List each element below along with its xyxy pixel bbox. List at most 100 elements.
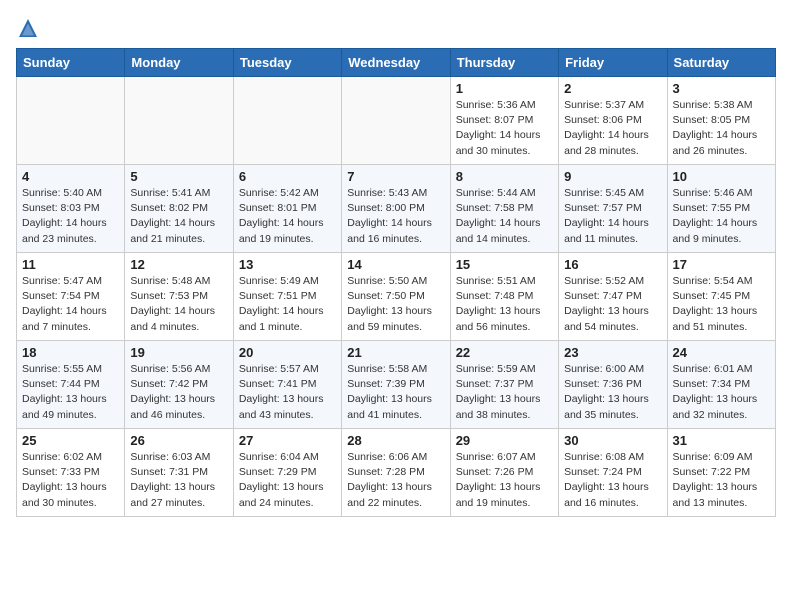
calendar-cell: 31 Sunrise: 6:09 AM Sunset: 7:22 PM Dayli… — [667, 429, 775, 517]
day-info: Sunrise: 5:58 AM Sunset: 7:39 PM Dayligh… — [347, 362, 444, 423]
day-number: 7 — [347, 169, 444, 184]
day-number: 27 — [239, 433, 336, 448]
calendar-cell: 17 Sunrise: 5:54 AM Sunset: 7:45 PM Dayli… — [667, 253, 775, 341]
day-info: Sunrise: 5:46 AM Sunset: 7:55 PM Dayligh… — [673, 186, 770, 247]
day-info: Sunrise: 5:50 AM Sunset: 7:50 PM Dayligh… — [347, 274, 444, 335]
calendar-cell: 29 Sunrise: 6:07 AM Sunset: 7:26 PM Dayli… — [450, 429, 558, 517]
calendar-cell: 30Sunrise: 6:08 AM Sunset: 7:24 PM Dayli… — [559, 429, 667, 517]
calendar-cell: 10Sunrise: 5:46 AM Sunset: 7:55 PM Dayli… — [667, 165, 775, 253]
calendar-cell: 23 Sunrise: 6:00 AM Sunset: 7:36 PM Dayli… — [559, 341, 667, 429]
day-info: Sunrise: 5:40 AM Sunset: 8:03 PM Dayligh… — [22, 186, 119, 247]
day-info: Sunrise: 5:36 AM Sunset: 8:07 PM Dayligh… — [456, 98, 553, 159]
day-number: 16 — [564, 257, 661, 272]
calendar-cell: 6 Sunrise: 5:42 AM Sunset: 8:01 PM Daylig… — [233, 165, 341, 253]
day-number: 20 — [239, 345, 336, 360]
day-info: Sunrise: 6:07 AM Sunset: 7:26 PM Dayligh… — [456, 450, 553, 511]
day-number: 11 — [22, 257, 119, 272]
weekday-header-monday: Monday — [125, 49, 233, 77]
calendar-week-row: 1 Sunrise: 5:36 AM Sunset: 8:07 PM Daylig… — [17, 77, 776, 165]
day-info: Sunrise: 5:38 AM Sunset: 8:05 PM Dayligh… — [673, 98, 770, 159]
weekday-header-sunday: Sunday — [17, 49, 125, 77]
day-number: 1 — [456, 81, 553, 96]
day-info: Sunrise: 5:42 AM Sunset: 8:01 PM Dayligh… — [239, 186, 336, 247]
calendar-cell: 8 Sunrise: 5:44 AM Sunset: 7:58 PM Daylig… — [450, 165, 558, 253]
page-header — [16, 16, 776, 40]
calendar-week-row: 4 Sunrise: 5:40 AM Sunset: 8:03 PM Daylig… — [17, 165, 776, 253]
day-info: Sunrise: 5:45 AM Sunset: 7:57 PM Dayligh… — [564, 186, 661, 247]
day-number: 21 — [347, 345, 444, 360]
day-info: Sunrise: 6:00 AM Sunset: 7:36 PM Dayligh… — [564, 362, 661, 423]
calendar-cell: 14 Sunrise: 5:50 AM Sunset: 7:50 PM Dayli… — [342, 253, 450, 341]
day-info: Sunrise: 6:03 AM Sunset: 7:31 PM Dayligh… — [130, 450, 227, 511]
calendar-cell: 22Sunrise: 5:59 AM Sunset: 7:37 PM Dayli… — [450, 341, 558, 429]
calendar-cell: 9 Sunrise: 5:45 AM Sunset: 7:57 PM Daylig… — [559, 165, 667, 253]
calendar-cell: 27 Sunrise: 6:04 AM Sunset: 7:29 PM Dayli… — [233, 429, 341, 517]
day-number: 26 — [130, 433, 227, 448]
day-number: 13 — [239, 257, 336, 272]
day-info: Sunrise: 5:52 AM Sunset: 7:47 PM Dayligh… — [564, 274, 661, 335]
day-number: 30 — [564, 433, 661, 448]
calendar-cell: 24 Sunrise: 6:01 AM Sunset: 7:34 PM Dayli… — [667, 341, 775, 429]
day-info: Sunrise: 6:02 AM Sunset: 7:33 PM Dayligh… — [22, 450, 119, 511]
calendar-cell: 18 Sunrise: 5:55 AM Sunset: 7:44 PM Dayli… — [17, 341, 125, 429]
calendar-cell: 4 Sunrise: 5:40 AM Sunset: 8:03 PM Daylig… — [17, 165, 125, 253]
calendar-cell: 15Sunrise: 5:51 AM Sunset: 7:48 PM Dayli… — [450, 253, 558, 341]
day-info: Sunrise: 6:06 AM Sunset: 7:28 PM Dayligh… — [347, 450, 444, 511]
calendar-cell: 1 Sunrise: 5:36 AM Sunset: 8:07 PM Daylig… — [450, 77, 558, 165]
day-number: 31 — [673, 433, 770, 448]
day-info: Sunrise: 5:56 AM Sunset: 7:42 PM Dayligh… — [130, 362, 227, 423]
day-info: Sunrise: 5:43 AM Sunset: 8:00 PM Dayligh… — [347, 186, 444, 247]
calendar-cell: 26 Sunrise: 6:03 AM Sunset: 7:31 PM Dayli… — [125, 429, 233, 517]
calendar-cell: 7 Sunrise: 5:43 AM Sunset: 8:00 PM Daylig… — [342, 165, 450, 253]
weekday-header-saturday: Saturday — [667, 49, 775, 77]
day-number: 19 — [130, 345, 227, 360]
calendar-cell — [233, 77, 341, 165]
day-number: 4 — [22, 169, 119, 184]
day-number: 28 — [347, 433, 444, 448]
day-info: Sunrise: 5:47 AM Sunset: 7:54 PM Dayligh… — [22, 274, 119, 335]
day-number: 24 — [673, 345, 770, 360]
day-info: Sunrise: 6:01 AM Sunset: 7:34 PM Dayligh… — [673, 362, 770, 423]
calendar-cell: 16 Sunrise: 5:52 AM Sunset: 7:47 PM Dayli… — [559, 253, 667, 341]
day-info: Sunrise: 6:04 AM Sunset: 7:29 PM Dayligh… — [239, 450, 336, 511]
day-info: Sunrise: 5:49 AM Sunset: 7:51 PM Dayligh… — [239, 274, 336, 335]
weekday-header-wednesday: Wednesday — [342, 49, 450, 77]
calendar-week-row: 18 Sunrise: 5:55 AM Sunset: 7:44 PM Dayli… — [17, 341, 776, 429]
day-info: Sunrise: 5:41 AM Sunset: 8:02 PM Dayligh… — [130, 186, 227, 247]
day-number: 12 — [130, 257, 227, 272]
calendar-week-row: 11 Sunrise: 5:47 AM Sunset: 7:54 PM Dayli… — [17, 253, 776, 341]
day-number: 17 — [673, 257, 770, 272]
day-number: 25 — [22, 433, 119, 448]
day-info: Sunrise: 5:55 AM Sunset: 7:44 PM Dayligh… — [22, 362, 119, 423]
day-number: 23 — [564, 345, 661, 360]
weekday-header-thursday: Thursday — [450, 49, 558, 77]
logo-icon — [16, 16, 40, 40]
day-info: Sunrise: 5:54 AM Sunset: 7:45 PM Dayligh… — [673, 274, 770, 335]
day-info: Sunrise: 5:44 AM Sunset: 7:58 PM Dayligh… — [456, 186, 553, 247]
day-number: 8 — [456, 169, 553, 184]
day-number: 2 — [564, 81, 661, 96]
day-number: 29 — [456, 433, 553, 448]
calendar-cell — [125, 77, 233, 165]
calendar-cell: 3 Sunrise: 5:38 AM Sunset: 8:05 PM Daylig… — [667, 77, 775, 165]
calendar-week-row: 25 Sunrise: 6:02 AM Sunset: 7:33 PM Dayli… — [17, 429, 776, 517]
day-number: 22 — [456, 345, 553, 360]
calendar-cell: 21 Sunrise: 5:58 AM Sunset: 7:39 PM Dayli… — [342, 341, 450, 429]
day-number: 18 — [22, 345, 119, 360]
day-info: Sunrise: 6:09 AM Sunset: 7:22 PM Dayligh… — [673, 450, 770, 511]
day-info: Sunrise: 5:51 AM Sunset: 7:48 PM Dayligh… — [456, 274, 553, 335]
calendar-cell: 2 Sunrise: 5:37 AM Sunset: 8:06 PM Daylig… — [559, 77, 667, 165]
day-number: 14 — [347, 257, 444, 272]
calendar-cell: 19 Sunrise: 5:56 AM Sunset: 7:42 PM Dayli… — [125, 341, 233, 429]
calendar-table: SundayMondayTuesdayWednesdayThursdayFrid… — [16, 48, 776, 517]
calendar-cell: 28 Sunrise: 6:06 AM Sunset: 7:28 PM Dayli… — [342, 429, 450, 517]
day-info: Sunrise: 5:48 AM Sunset: 7:53 PM Dayligh… — [130, 274, 227, 335]
day-info: Sunrise: 5:37 AM Sunset: 8:06 PM Dayligh… — [564, 98, 661, 159]
calendar-cell: 20Sunrise: 5:57 AM Sunset: 7:41 PM Dayli… — [233, 341, 341, 429]
day-number: 3 — [673, 81, 770, 96]
weekday-header-tuesday: Tuesday — [233, 49, 341, 77]
calendar-cell — [17, 77, 125, 165]
weekday-header-friday: Friday — [559, 49, 667, 77]
day-number: 9 — [564, 169, 661, 184]
day-number: 6 — [239, 169, 336, 184]
